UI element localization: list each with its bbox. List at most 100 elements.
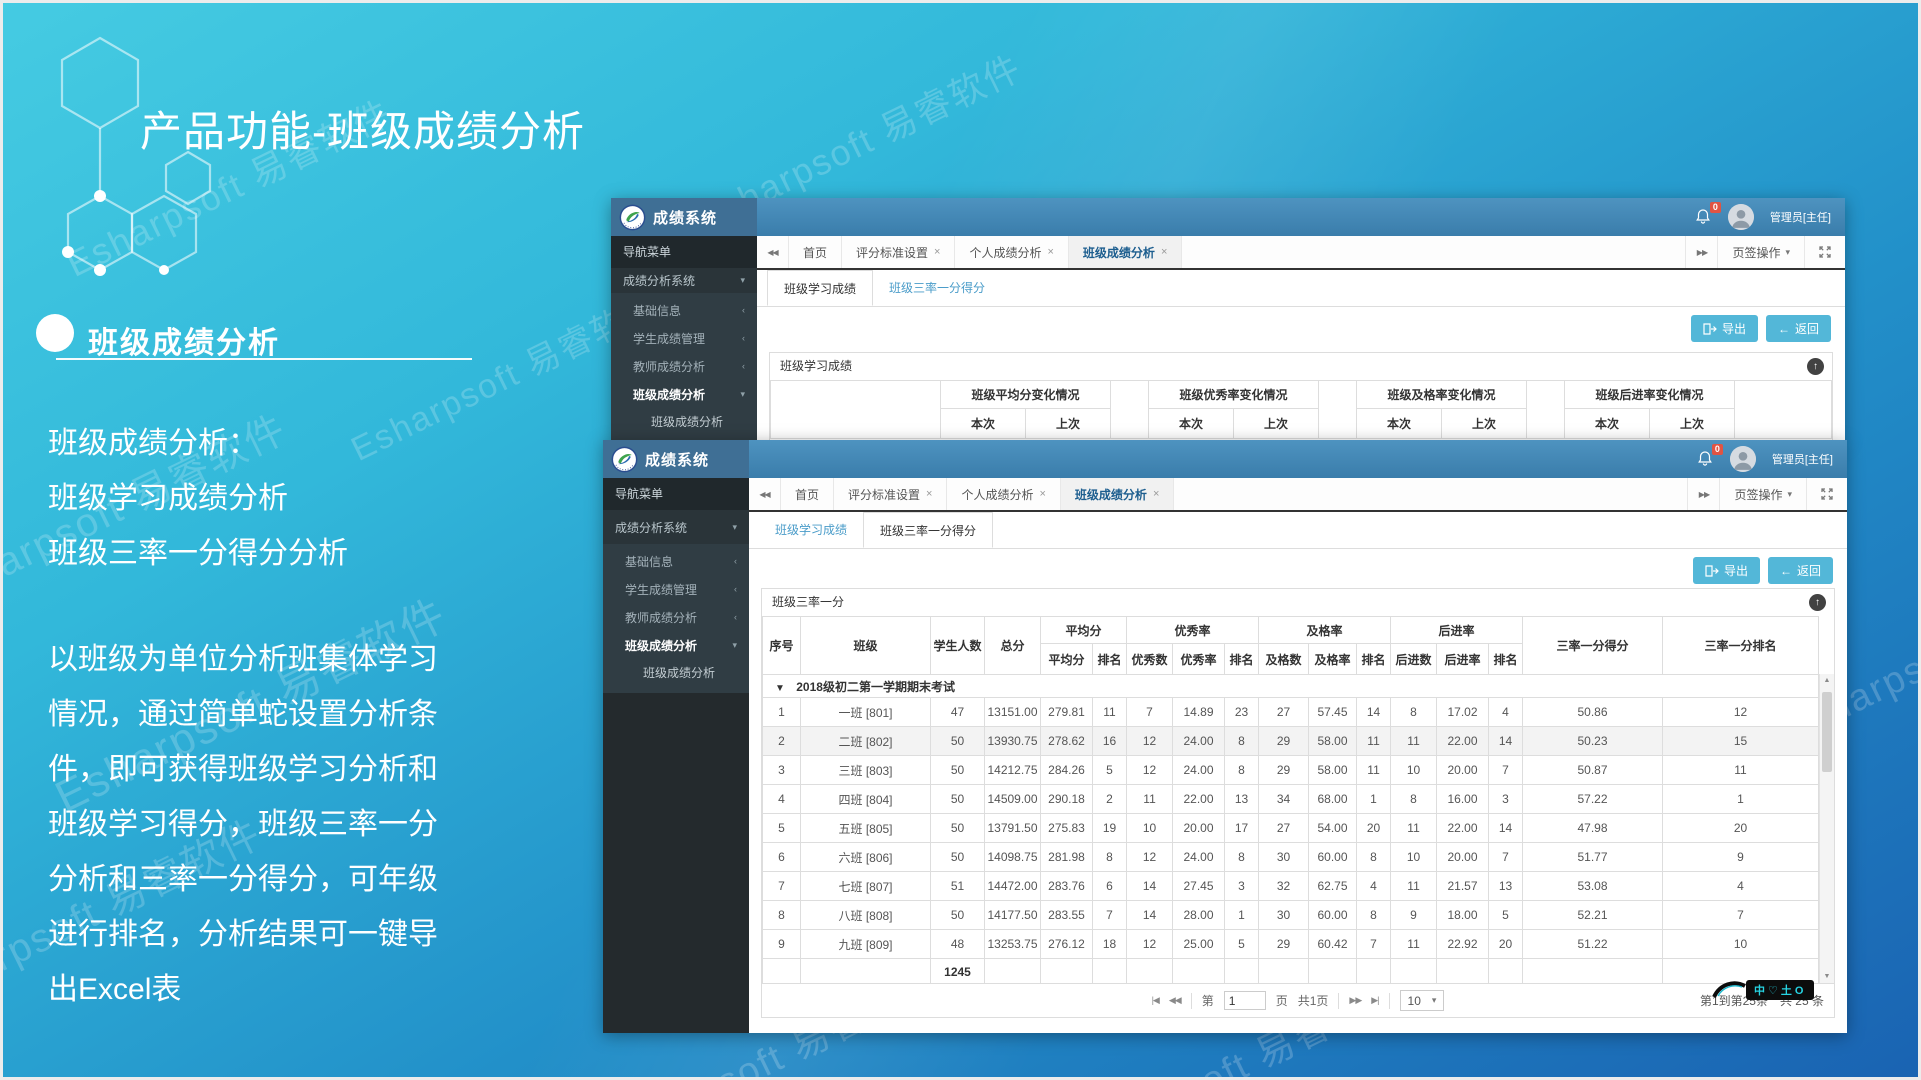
- tab-scoring-standard[interactable]: 评分标准设置×: [834, 478, 947, 510]
- close-tab-icon[interactable]: ×: [1153, 488, 1159, 500]
- table-row[interactable]: 6六班 [806]5014098.75281.9881224.0083060.0…: [763, 843, 1819, 872]
- back-button[interactable]: ← 返回: [1766, 315, 1831, 342]
- tab-operations-menu[interactable]: 页签操作▾: [1717, 236, 1804, 268]
- table-row[interactable]: 5五班 [805]5013791.50275.83191020.00172754…: [763, 814, 1819, 843]
- subtab-three-rates[interactable]: 班级三率一分得分: [873, 270, 1001, 306]
- text-line: 出Excel表: [48, 962, 438, 1017]
- export-button[interactable]: 导出: [1691, 315, 1758, 342]
- tab-home[interactable]: 首页: [781, 478, 834, 510]
- swoosh-icon: [1712, 978, 1746, 1000]
- column-header: 班级优秀率变化情况: [1149, 381, 1319, 409]
- nav-tabbar: ◀◀ 首页 评分标准设置× 个人成绩分析× 班级成绩分析× ▶▶ 页签操作▾: [757, 236, 1845, 270]
- sidebar-item-class-analysis[interactable]: 班级成绩分析▾: [611, 380, 757, 408]
- collapse-panel-icon[interactable]: ↑: [1809, 594, 1826, 611]
- nav-tabbar: ◀◀ 首页 评分标准设置× 个人成绩分析× 班级成绩分析× ▶▶ 页签操作▾: [749, 478, 1847, 512]
- expand-tabs-icon[interactable]: [1804, 236, 1845, 268]
- tab-class-analysis[interactable]: 班级成绩分析×: [1069, 236, 1182, 268]
- capture-toolbar-badge: 中♡土O: [1712, 978, 1814, 1000]
- pager-prev-icon[interactable]: ◀◀: [1169, 995, 1181, 1006]
- sidebar-item-score-analysis-system[interactable]: 成绩分析系统▾: [611, 268, 757, 293]
- close-tab-icon[interactable]: ×: [926, 488, 932, 500]
- column-header: 班级及格率变化情况: [1357, 381, 1527, 409]
- tabs-scroll-right-icon[interactable]: ▶▶: [1685, 236, 1717, 268]
- chevron-down-icon: ▾: [740, 389, 745, 400]
- sidebar-item-student-scores[interactable]: 学生成绩管理‹: [603, 575, 749, 603]
- collapse-panel-icon[interactable]: ↑: [1807, 358, 1824, 375]
- tab-operations-menu[interactable]: 页签操作▾: [1719, 478, 1806, 510]
- sidebar-item-class-analysis[interactable]: 班级成绩分析▾: [603, 631, 749, 659]
- avatar[interactable]: [1728, 204, 1754, 230]
- column-header: 班级平均分变化情况: [941, 381, 1111, 409]
- slide: 产品功能-班级成绩分析 班级成绩分析 班级成绩分析：班级学习成绩分析班级三率一分…: [0, 0, 1921, 1080]
- table-row[interactable]: 7七班 [807]5114472.00283.7661427.4533262.7…: [763, 872, 1819, 901]
- panel-header: 班级三率一分 ↑: [762, 589, 1834, 616]
- column-header: 排名: [1489, 644, 1523, 675]
- page-size-select[interactable]: 10 ▾: [1400, 990, 1445, 1011]
- close-tab-icon[interactable]: ×: [1161, 246, 1167, 258]
- user-menu[interactable]: 管理员[主任]: [1772, 451, 1833, 467]
- sidebar-item-basic-info[interactable]: 基础信息‹: [603, 547, 749, 575]
- exam-group-row[interactable]: ▼ 2018级初二第一学期期末考试: [763, 675, 1819, 698]
- column-group-header: 后进率: [1391, 617, 1523, 644]
- section-bullet: [36, 314, 74, 352]
- table-row[interactable]: 2二班 [802]5013930.75278.62161224.0082958.…: [763, 727, 1819, 756]
- sidebar-item-class-analysis-leaf[interactable]: 班级成绩分析: [603, 659, 749, 687]
- pager-last-icon[interactable]: ▶|: [1371, 995, 1378, 1006]
- sidebar-item-student-scores[interactable]: 学生成绩管理‹: [611, 324, 757, 352]
- close-tab-icon[interactable]: ×: [1039, 488, 1045, 500]
- scroll-up-icon[interactable]: ▲: [1820, 674, 1834, 687]
- close-tab-icon[interactable]: ×: [934, 246, 940, 258]
- column-header: 三率一分排名: [1663, 617, 1819, 675]
- subtab-class-study-score[interactable]: 班级学习成绩: [767, 270, 873, 306]
- notification-bell-icon[interactable]: 0: [1697, 450, 1714, 468]
- chevron-down-icon: ▾: [1785, 247, 1790, 258]
- chevron-left-icon: ‹: [742, 333, 745, 343]
- tab-class-analysis[interactable]: 班级成绩分析×: [1061, 478, 1174, 510]
- sidebar: 导航菜单 成绩分析系统▾ 基础信息‹ 学生成绩管理‹ 教师成绩分析‹ 班级成绩分…: [603, 478, 749, 1033]
- notification-bell-icon[interactable]: 0: [1695, 208, 1712, 226]
- sidebar-item-teacher-analysis[interactable]: 教师成绩分析‹: [603, 603, 749, 631]
- tabs-scroll-right-icon[interactable]: ▶▶: [1687, 478, 1719, 510]
- pager-next-icon[interactable]: ▶▶: [1349, 995, 1361, 1006]
- table-row[interactable]: 9九班 [809]4813253.75276.12181225.0052960.…: [763, 930, 1819, 959]
- subtab-class-study-score[interactable]: 班级学习成绩: [759, 512, 863, 548]
- tab-personal-analysis[interactable]: 个人成绩分析×: [955, 236, 1068, 268]
- scroll-down-icon[interactable]: ▼: [1820, 970, 1834, 983]
- table-row[interactable]: 4四班 [804]5014509.00290.1821122.00133468.…: [763, 785, 1819, 814]
- sidebar-item-teacher-analysis[interactable]: 教师成绩分析‹: [611, 352, 757, 380]
- avatar[interactable]: [1730, 446, 1756, 472]
- vertical-scrollbar[interactable]: ▲ ▼: [1819, 674, 1834, 983]
- score-system-window-back: 成绩系统 0 管理员[主任] ◀◀ 首页 评分标准设置× 个人成绩分析× 班级成…: [611, 198, 1845, 442]
- export-button[interactable]: 导出: [1693, 557, 1760, 584]
- app-title: 成绩系统: [653, 207, 717, 228]
- sidebar-item-basic-info[interactable]: 基础信息‹: [611, 296, 757, 324]
- subtab-three-rates[interactable]: 班级三率一分得分: [863, 512, 993, 548]
- user-menu[interactable]: 管理员[主任]: [1770, 209, 1831, 225]
- chevron-left-icon: ‹: [734, 612, 737, 622]
- app-logo-icon: [619, 204, 646, 231]
- table-row[interactable]: 3三班 [803]5014212.75284.2651224.0082958.0…: [763, 756, 1819, 785]
- tab-scoring-standard[interactable]: 评分标准设置×: [842, 236, 955, 268]
- expand-tabs-icon[interactable]: [1806, 478, 1847, 510]
- tabs-scroll-left-icon[interactable]: ◀◀: [757, 236, 789, 268]
- close-tab-icon[interactable]: ×: [1047, 246, 1053, 258]
- sidebar-item-score-analysis-system[interactable]: 成绩分析系统▾: [603, 510, 749, 544]
- column-header: 学生人数: [931, 617, 985, 675]
- total-students-value: 1245: [931, 959, 985, 985]
- tab-home[interactable]: 首页: [789, 236, 842, 268]
- tab-personal-analysis[interactable]: 个人成绩分析×: [947, 478, 1060, 510]
- back-button[interactable]: ← 返回: [1768, 557, 1833, 584]
- tabs-scroll-left-icon[interactable]: ◀◀: [749, 478, 781, 510]
- table-row[interactable]: 1一班 [801]4713151.00279.8111714.89232757.…: [763, 698, 1819, 727]
- sidebar-header: 导航菜单: [611, 236, 757, 268]
- column-header: 排名: [1225, 644, 1259, 675]
- export-icon: [1705, 565, 1719, 577]
- scrollbar-thumb[interactable]: [1822, 692, 1832, 772]
- table-row[interactable]: 8八班 [808]5014177.50283.5571428.0013060.0…: [763, 901, 1819, 930]
- divider: [1389, 993, 1390, 1009]
- sidebar-item-class-analysis-leaf[interactable]: 班级成绩分析: [611, 408, 757, 436]
- group-collapse-icon[interactable]: ▼: [775, 683, 785, 694]
- pager-first-icon[interactable]: |◀: [1152, 995, 1159, 1006]
- chevron-left-icon: ‹: [742, 305, 745, 315]
- page-number-input[interactable]: [1224, 991, 1266, 1010]
